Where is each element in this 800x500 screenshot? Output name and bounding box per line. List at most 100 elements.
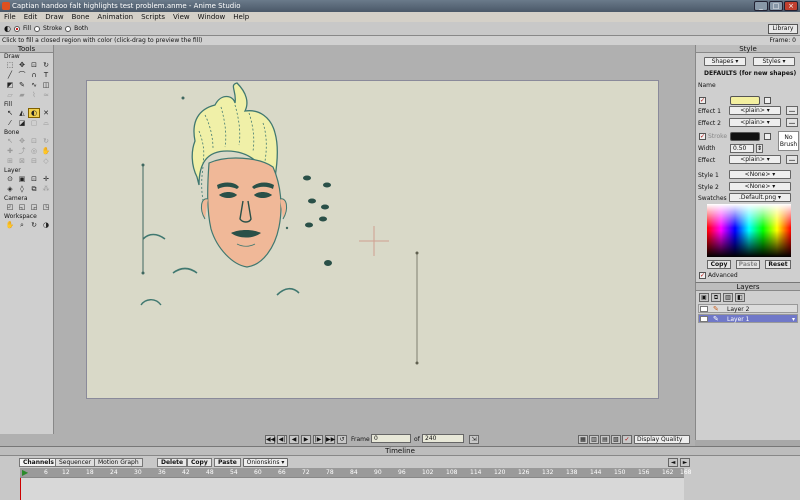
magnet-icon[interactable]: ∩ — [29, 71, 39, 79]
face-shape[interactable] — [207, 157, 282, 268]
new-layer-icon[interactable]: ▣ — [699, 293, 709, 302]
add-bone-icon[interactable]: ✚ — [5, 147, 15, 155]
fill-extra-checkbox[interactable] — [764, 97, 771, 104]
curve-stroke[interactable] — [172, 267, 198, 274]
visibility-icon[interactable] — [700, 316, 708, 322]
delete-layer-icon[interactable]: ▥ — [723, 293, 733, 302]
add-point-icon[interactable]: ╱ — [5, 71, 15, 79]
rotate-layer-xy-icon[interactable]: ◈ — [5, 185, 15, 193]
style1-dropdown[interactable]: <None> ▾ — [729, 170, 791, 179]
effect1-more-button[interactable]: … — [786, 106, 798, 115]
detached-shape[interactable] — [319, 216, 327, 222]
advanced-checkbox[interactable]: ✓ — [699, 272, 706, 279]
menu-bone[interactable]: Bone — [68, 13, 94, 21]
chevron-down-icon[interactable]: ▾ — [792, 315, 795, 324]
minimize-button[interactable]: _ — [754, 1, 768, 11]
duplicate-layer-icon[interactable]: ⧉ — [711, 293, 721, 302]
detached-shape[interactable] — [323, 182, 331, 188]
layer-row[interactable]: ✎ Layer 2 — [698, 304, 798, 313]
tab-sequencer[interactable]: Sequencer — [55, 458, 96, 467]
curve-stroke[interactable] — [142, 233, 166, 240]
visibility-icon[interactable] — [700, 306, 708, 312]
tab-channels[interactable]: Channels — [19, 458, 58, 467]
loop-icon[interactable]: ↺ — [337, 435, 347, 444]
translate-points-icon[interactable]: ✥ — [17, 61, 27, 69]
drawing-canvas[interactable] — [86, 80, 659, 399]
pan-tilt-camera-icon[interactable]: ◳ — [41, 203, 51, 211]
swatches-dropdown[interactable]: .Default.png ▾ — [729, 193, 791, 202]
detached-shape[interactable] — [305, 222, 313, 228]
work-area[interactable] — [54, 45, 695, 440]
rotate-bone-icon[interactable]: ↻ — [41, 137, 51, 145]
curvature-icon[interactable]: ⌒ — [17, 71, 27, 79]
rotate-layer-z-icon[interactable]: ✛ — [41, 175, 51, 183]
scale-points-icon[interactable]: ⊡ — [29, 61, 39, 69]
view-split-icon[interactable]: ▥ — [589, 435, 599, 444]
effect1-dropdown[interactable]: <plain> ▾ — [729, 106, 781, 115]
frame-ruler[interactable]: ▶ 6 12 18 24 30 36 42 48 54 60 66 72 78 … — [20, 468, 691, 477]
grid-toggle-icon[interactable]: ▧ — [611, 435, 621, 444]
detached-shape[interactable] — [324, 260, 332, 266]
timeline-track[interactable] — [20, 477, 684, 500]
menu-view[interactable]: View — [169, 13, 194, 21]
roll-camera-icon[interactable]: ◲ — [29, 203, 39, 211]
view-single-icon[interactable]: ▦ — [578, 435, 588, 444]
rotate-points-icon[interactable]: ↻ — [41, 61, 51, 69]
copy-style-button[interactable]: Copy — [707, 260, 731, 269]
effect-more-button[interactable]: … — [786, 155, 798, 164]
fill-checkbox[interactable]: ✓ — [699, 97, 706, 104]
layer-row[interactable]: ✎ Layer 1 ▾ — [698, 314, 798, 323]
close-button[interactable]: × — [784, 1, 798, 11]
curve-stroke[interactable] — [276, 287, 300, 296]
freehand-icon[interactable]: ∿ — [29, 81, 39, 89]
noise-icon[interactable]: ≈ — [41, 91, 51, 99]
bone-strength-icon[interactable]: ◎ — [29, 147, 39, 155]
stroke-exposure-icon[interactable]: ▢ — [29, 119, 39, 127]
stroke-checkbox[interactable]: ✓ — [699, 133, 706, 140]
effect2-more-button[interactable]: … — [786, 118, 798, 127]
width-input[interactable]: 0.50 — [730, 144, 754, 153]
set-origin-icon[interactable]: ⊙ — [5, 175, 15, 183]
detached-shape[interactable] — [303, 175, 311, 181]
perspective-icon[interactable]: ▱ — [5, 91, 15, 99]
menu-window[interactable]: Window — [194, 13, 230, 21]
menu-animation[interactable]: Animation — [93, 13, 137, 21]
fill-radio[interactable] — [13, 25, 20, 32]
hand-icon[interactable]: ✋ — [5, 221, 15, 229]
styles-dropdown[interactable]: Styles ▾ — [753, 57, 795, 66]
library-button[interactable]: Library — [768, 24, 798, 34]
reset-style-button[interactable]: Reset — [765, 260, 791, 269]
zoom-in-icon[interactable]: ► — [680, 458, 690, 467]
step-back-icon[interactable]: ◀| — [277, 435, 287, 444]
detached-shape[interactable] — [308, 198, 316, 204]
create-shape-icon[interactable]: ◭ — [17, 109, 27, 117]
delete-shape-icon[interactable]: ✕ — [41, 109, 51, 117]
view-quad-icon[interactable]: ▤ — [600, 435, 610, 444]
translate-layer-icon[interactable]: ▣ — [17, 175, 27, 183]
color-swatch-picker[interactable] — [707, 204, 791, 257]
checkbox-icon[interactable]: ✓ — [622, 435, 632, 444]
shear-layer-icon[interactable]: ◊ — [17, 185, 27, 193]
translate-bone-icon[interactable]: ✥ — [17, 137, 27, 145]
bone-physics-icon[interactable]: ◇ — [41, 157, 51, 165]
shear-icon[interactable]: ▰ — [17, 91, 27, 99]
bend-icon[interactable]: ⌇ — [29, 91, 39, 99]
paste-button[interactable]: Paste — [214, 458, 241, 467]
menu-edit[interactable]: Edit — [20, 13, 42, 21]
stroke-extra-checkbox[interactable] — [764, 133, 771, 140]
zoom-camera-icon[interactable]: ◱ — [17, 203, 27, 211]
paint-bucket-icon[interactable]: ◐ — [28, 108, 40, 118]
tab-motion-graph[interactable]: Motion Graph — [94, 458, 143, 467]
zoom-icon[interactable]: ⌕ — [17, 221, 27, 229]
switch-layer-icon[interactable]: ⧉ — [29, 185, 39, 193]
step-forward-icon[interactable]: |▶ — [313, 435, 323, 444]
shapes-dropdown[interactable]: Shapes ▾ — [704, 57, 746, 66]
display-quality-dropdown[interactable]: Display Quality — [634, 435, 690, 444]
stroke-radio[interactable] — [34, 25, 40, 32]
rewind-icon[interactable]: ◀◀ — [265, 435, 275, 444]
play-back-icon[interactable]: ◀ — [289, 435, 299, 444]
brush-preview[interactable]: No Brush — [778, 131, 799, 151]
offset-bone-icon[interactable]: ⊟ — [29, 157, 39, 165]
manipulate-bones-icon[interactable]: ✋ — [41, 147, 51, 155]
select-bone-icon[interactable]: ↖ — [5, 137, 15, 145]
